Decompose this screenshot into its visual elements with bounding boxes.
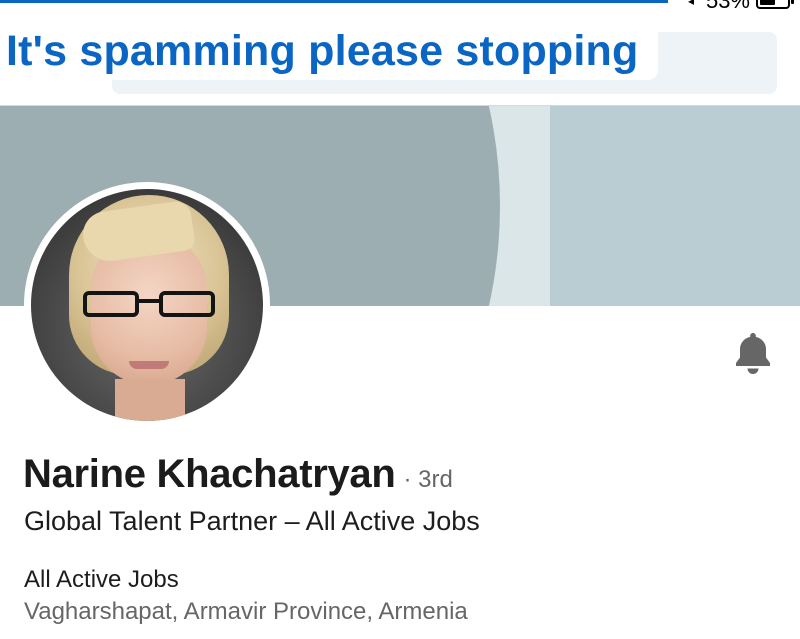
battery-cap [791, 0, 794, 4]
profile-screen: It's spamming please stopping ◂ 53% Nari… [0, 0, 800, 639]
profile-name: Narine Khachatryan [23, 452, 396, 496]
profile-location: Vagharshapat, Armavir Province, Armenia [24, 598, 468, 625]
status-bar: ◂ 53% [687, 0, 794, 13]
battery-percent: 53% [705, 0, 750, 13]
profile-name-row: Narine Khachatryan · 3rd [23, 452, 453, 497]
avatar-photo [31, 189, 263, 421]
avatar-mouth [129, 361, 169, 369]
overlay-caption: It's spamming please stopping [6, 22, 659, 80]
profile-organization[interactable]: All Active Jobs [24, 566, 179, 594]
glasses-bridge [139, 299, 159, 303]
avatar[interactable] [24, 182, 270, 428]
profile-headline: Global Talent Partner – All Active Jobs [24, 506, 480, 536]
status-progress-line [0, 0, 668, 3]
bell-icon[interactable] [733, 330, 773, 374]
avatar-neck [115, 379, 185, 421]
battery-icon [756, 0, 794, 9]
avatar-glasses [83, 289, 215, 319]
alarm-icon: ◂ [687, 0, 694, 8]
connection-degree: · 3rd [403, 466, 453, 493]
glasses-lens-left [83, 291, 139, 317]
glasses-lens-right [159, 291, 215, 317]
battery-fill [760, 0, 775, 5]
app-header: It's spamming please stopping ◂ 53% [0, 0, 800, 106]
